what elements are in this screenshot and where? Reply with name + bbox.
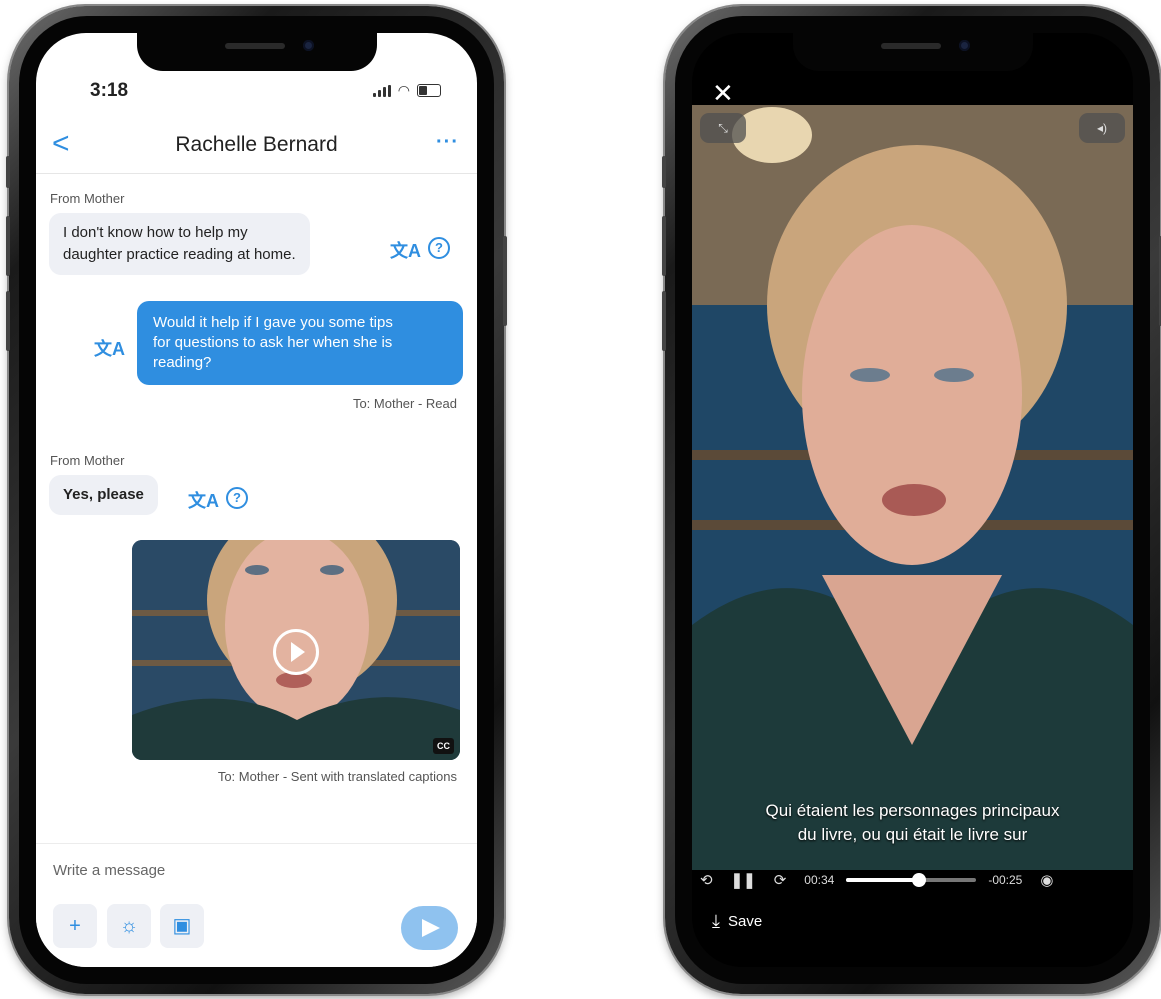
remaining-time: -00:25 — [988, 873, 1023, 887]
from-label: From Mother — [50, 453, 125, 468]
volume-icon[interactable]: ◂) — [1079, 113, 1125, 143]
playback-controls: ⟲ ❚❚ ⟳ 00:34 -00:25 ◉ — [700, 865, 1125, 895]
wifi-icon: ◠ — [397, 82, 410, 98]
outgoing-message: Would it help if I gave you some tips fo… — [137, 301, 463, 385]
message-composer: Write a message + ☼ ▣ — [36, 843, 477, 967]
video-caption: Qui étaient les personnages principaux d… — [692, 799, 1133, 847]
mute-switch — [662, 156, 666, 188]
volume-down-button — [662, 291, 666, 351]
message-line: daughter practice reading at home. — [63, 246, 296, 263]
volume-down-button — [6, 291, 10, 351]
lightbulb-icon[interactable]: ☼ — [107, 904, 151, 948]
power-button — [503, 236, 507, 326]
battery-icon — [417, 84, 441, 97]
collapse-icon[interactable]: ⤡ — [700, 113, 746, 143]
status-time: 3:18 — [90, 80, 129, 101]
delivery-status: To: Mother - Sent with translated captio… — [217, 769, 457, 784]
help-icon[interactable]: ? — [226, 487, 248, 509]
save-label: Save — [727, 913, 763, 930]
captions-icon[interactable]: ◉ — [1040, 871, 1053, 889]
incoming-message: Yes, please — [49, 475, 158, 515]
phone-left: 3:18 ◠ < Rachelle Bernard ··· From Mothe… — [6, 6, 507, 994]
progress-knob[interactable] — [912, 873, 927, 887]
video-player-screen: ✕ ⤡ ◂) Qui étaient les personnages princ… — [692, 33, 1133, 967]
caption-line: du livre, ou qui était le livre sur — [797, 825, 1028, 844]
message-line: for questions to ask her when she is — [153, 334, 393, 351]
help-icon[interactable]: ? — [428, 237, 450, 259]
video-still — [692, 105, 1133, 870]
play-icon[interactable] — [273, 629, 319, 675]
plus-icon[interactable]: + — [53, 904, 97, 948]
from-label: From Mother — [50, 191, 125, 206]
elapsed-time: 00:34 — [804, 873, 835, 887]
volume-up-button — [6, 216, 10, 276]
notch — [792, 33, 1033, 71]
message-line: reading? — [153, 354, 212, 371]
message-line: I don't know how to help my — [63, 224, 248, 241]
save-button[interactable]: ⤓ Save — [712, 911, 762, 932]
volume-up-button — [662, 216, 666, 276]
incoming-message: I don't know how to help my daughter pra… — [49, 213, 310, 275]
translate-icon[interactable]: 文A — [94, 335, 125, 361]
notch — [136, 33, 377, 71]
signal-icon — [372, 84, 391, 97]
calendar-icon[interactable]: ▣ — [160, 904, 204, 948]
progress-slider[interactable] — [846, 873, 977, 887]
conversation-header: < Rachelle Bernard ··· — [36, 123, 477, 174]
send-button[interactable] — [401, 906, 458, 950]
rewind-icon[interactable]: ⟲ — [700, 871, 713, 889]
message-input[interactable]: Write a message — [53, 862, 457, 879]
progress-fill — [846, 878, 920, 882]
message-line: Would it help if I gave you some tips — [153, 314, 393, 331]
phone-right: ✕ ⤡ ◂) Qui étaient les personnages princ… — [662, 6, 1161, 994]
caption-line: Qui étaient les personnages principaux — [765, 801, 1060, 820]
contact-name: Rachelle Bernard — [175, 133, 338, 156]
chat-screen: 3:18 ◠ < Rachelle Bernard ··· From Mothe… — [36, 33, 477, 967]
video-message-thumbnail[interactable]: CC — [132, 540, 460, 760]
forward-icon[interactable]: ⟳ — [774, 871, 787, 889]
translate-icon[interactable]: 文A — [188, 487, 219, 513]
translate-icon[interactable]: 文A — [390, 237, 421, 263]
pause-icon[interactable]: ❚❚ — [731, 871, 756, 889]
video-frame[interactable]: ⤡ ◂) Qui étaient les personnages princip… — [692, 105, 1133, 870]
more-options-button[interactable]: ··· — [436, 131, 459, 154]
closed-captions-badge: CC — [433, 738, 454, 754]
delivery-status: To: Mother - Read — [352, 396, 457, 411]
download-icon: ⤓ — [712, 911, 720, 931]
mute-switch — [6, 156, 10, 188]
